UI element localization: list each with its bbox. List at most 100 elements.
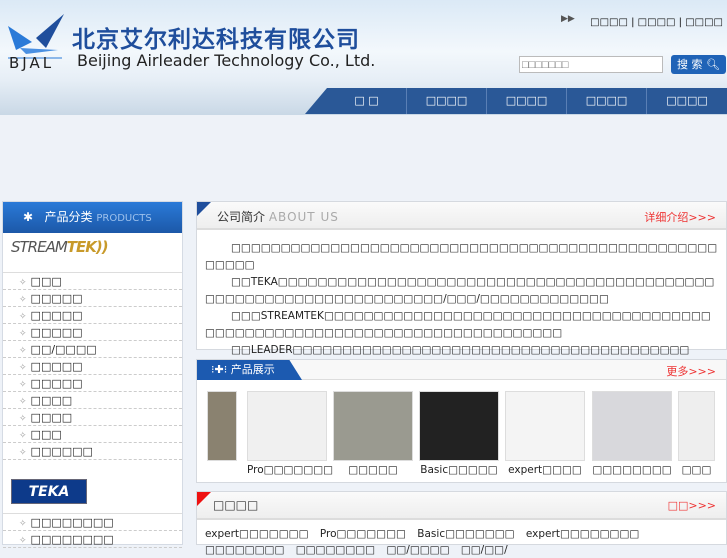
about-paragraph: □□LEADER□□□□□□□□□□□□□□□□□□□□□□□□□□□□□□□□… [231, 344, 690, 356]
teka-logo[interactable]: TEKA [3, 474, 182, 514]
product-caption[interactable]: Basic□□□□□ [419, 464, 499, 476]
product-item[interactable]: Pro□□□□□□□ [247, 391, 333, 476]
news-item[interactable]: Pro□□□□□□□ [320, 526, 406, 542]
nav-home[interactable]: □ □ [327, 88, 407, 114]
product-caption[interactable]: expert□□□□ [505, 464, 585, 476]
sidebar-category-item[interactable]: ✧ □□□□□ [3, 358, 182, 375]
news-item[interactable]: Basic□□□□□□□ [417, 526, 514, 542]
category-label: □□□□□ [30, 377, 83, 390]
search-label: 搜 索 [677, 58, 703, 71]
plus-icon: ⁝✚⁝ [211, 363, 228, 376]
diamond-bullet-icon: ✧ [19, 380, 27, 390]
products-more-link[interactable]: 更多>>> [666, 363, 716, 379]
category-label: □□□□□□□□ [30, 516, 114, 529]
category-label: □□□□□ [30, 360, 83, 373]
about-title-en: ABOUT US [268, 210, 339, 224]
news-item[interactable]: □□□□□□□□ [296, 542, 375, 558]
category-label: □□□□□□ [30, 445, 93, 458]
diamond-bullet-icon: ✧ [19, 312, 27, 322]
nav-item[interactable]: □□□□ [567, 88, 647, 114]
category-label: □□□□□ [30, 326, 83, 339]
product-image[interactable] [592, 391, 672, 461]
diamond-bullet-icon: ✧ [19, 414, 27, 424]
news-more-link[interactable]: □□>>> [668, 499, 716, 512]
news-item[interactable]: □□/□□□□ [386, 542, 449, 558]
nav-item[interactable]: □□□□ [407, 88, 487, 114]
product-caption[interactable]: □□□□□□□□ [592, 464, 672, 476]
sidebar-category-item[interactable]: ✧ □□□□□ [3, 307, 182, 324]
product-caption[interactable]: □□□□□ [333, 464, 413, 476]
sidebar-title-en: PRODUCTS [96, 213, 152, 224]
category-label: □□□□ [30, 394, 73, 407]
category-label: □□□□□ [30, 309, 83, 322]
category-label: □□□□□□□□ [30, 533, 114, 546]
search-button[interactable]: 搜 索 🔍︎ [671, 55, 726, 74]
product-caption[interactable]: □□□ [678, 464, 715, 476]
search-input[interactable] [519, 56, 663, 73]
diamond-bullet-icon: ✧ [19, 448, 27, 458]
product-item[interactable]: □□□□□□□□ [592, 391, 672, 476]
diamond-bullet-icon: ✧ [19, 295, 27, 305]
product-item[interactable]: □□□ [678, 391, 715, 476]
news-list: expert□□□□□□□ Pro□□□□□□□ Basic□□□□□□□ ex… [205, 526, 720, 558]
sidebar-category-item[interactable]: ✧ □□□□ [3, 392, 182, 409]
sidebar-category-item[interactable]: ✧ □□□□□□□□ [3, 531, 182, 548]
corner-triangle [197, 202, 211, 216]
sidebar-category-item[interactable]: ✧ □□□□□ [3, 324, 182, 341]
diamond-bullet-icon: ✧ [19, 397, 27, 407]
sidebar-category-item[interactable]: ✧ □□□□□□□□ [3, 514, 182, 531]
gear-icon: ✱ [23, 210, 34, 224]
company-name-en: Beijing Airleader Technology Co., Ltd. [77, 51, 376, 70]
double-arrow-icon: ▶▶ [561, 14, 575, 24]
news-item[interactable]: expert□□□□□□□□ [526, 526, 639, 542]
about-title: 公司简介 [217, 210, 266, 224]
nav-item[interactable]: □□□□ [487, 88, 567, 114]
product-image[interactable] [247, 391, 327, 461]
product-item[interactable]: Basic□□□□□ [419, 391, 499, 476]
about-section: 公司简介 ABOUT US 详细介绍>>> □□□□□□□□□□□□□□□□□□… [196, 201, 727, 356]
product-item[interactable] [207, 391, 237, 461]
news-item[interactable]: □□□□□□□□ [205, 542, 284, 558]
product-gallery: Pro□□□□□□□ □□□□□ Basic□□□□□ expert□□□□ □□□□□… [207, 391, 715, 481]
company-name-cn: 北京艾尔利达科技有限公司 [72, 27, 360, 53]
streamtek-logo[interactable]: STREAMTEK)) [3, 233, 182, 273]
news-title: □□□□ [213, 498, 259, 512]
sidebar-category-item[interactable]: ✧ □□□ [3, 273, 182, 290]
diamond-bullet-icon: ✧ [19, 329, 27, 339]
product-item[interactable]: expert□□□□ [505, 391, 585, 476]
sidebar-category-item[interactable]: ✧ □□/□□□□ [3, 341, 182, 358]
product-image[interactable] [419, 391, 499, 461]
diamond-bullet-icon: ✧ [19, 431, 27, 441]
news-section: □□□□ □□>>> expert□□□□□□□ Pro□□□□□□□ Basi… [196, 491, 727, 556]
about-paragraph: □□□□□□□□□□□□□□□□□□□□□□□□□□□□□□□□□□□□□□□□… [205, 242, 718, 271]
product-image[interactable] [505, 391, 585, 461]
category-label: □□□□□ [30, 292, 83, 305]
corner-triangle [197, 492, 211, 506]
products-title: 产品展示 [230, 363, 275, 376]
sidebar-category-item[interactable]: ✧ □□□□□□ [3, 443, 182, 460]
teka-logo-text: TEKA [11, 479, 87, 504]
sidebar-category-item[interactable]: ✧ □□□□□ [3, 290, 182, 307]
news-item[interactable]: expert□□□□□□□ [205, 526, 309, 542]
sidebar-title: 产品分类 [44, 210, 93, 224]
product-image[interactable] [207, 391, 237, 461]
header: 北京艾尔利达科技有限公司 BJAL Beijing Airleader Tech… [0, 0, 727, 115]
product-item[interactable]: □□□□□ [333, 391, 413, 476]
nav-item[interactable]: □□□□ [647, 88, 727, 114]
product-image[interactable] [678, 391, 715, 461]
product-caption[interactable]: Pro□□□□□□□ [247, 464, 333, 476]
sidebar-category-item[interactable]: ✧ □□□□ [3, 409, 182, 426]
about-more-link[interactable]: 详细介绍>>> [644, 209, 716, 225]
category-label: □□/□□□□ [30, 343, 97, 356]
news-item[interactable]: □□/□□/ [461, 542, 508, 558]
sidebar-category-item[interactable]: ✧ □□□ [3, 426, 182, 443]
diamond-bullet-icon: ✧ [19, 363, 27, 373]
sidebar-category-item[interactable]: ✧ □□□□□ [3, 375, 182, 392]
sidebar-header: ✱ 产品分类 PRODUCTS [3, 202, 182, 233]
product-category-sidebar: ✱ 产品分类 PRODUCTS STREAMTEK)) ✧ □□□ ✧ □□□□□ ✧ □… [2, 201, 183, 548]
category-label: □□□ [30, 428, 62, 441]
product-image[interactable] [333, 391, 413, 461]
main-nav: □ □ □□□□ □□□□ □□□□ □□□□ [305, 88, 727, 114]
diamond-bullet-icon: ✧ [19, 346, 27, 356]
top-links[interactable]: □□□□ | □□□□ | □□□□ [590, 17, 723, 28]
